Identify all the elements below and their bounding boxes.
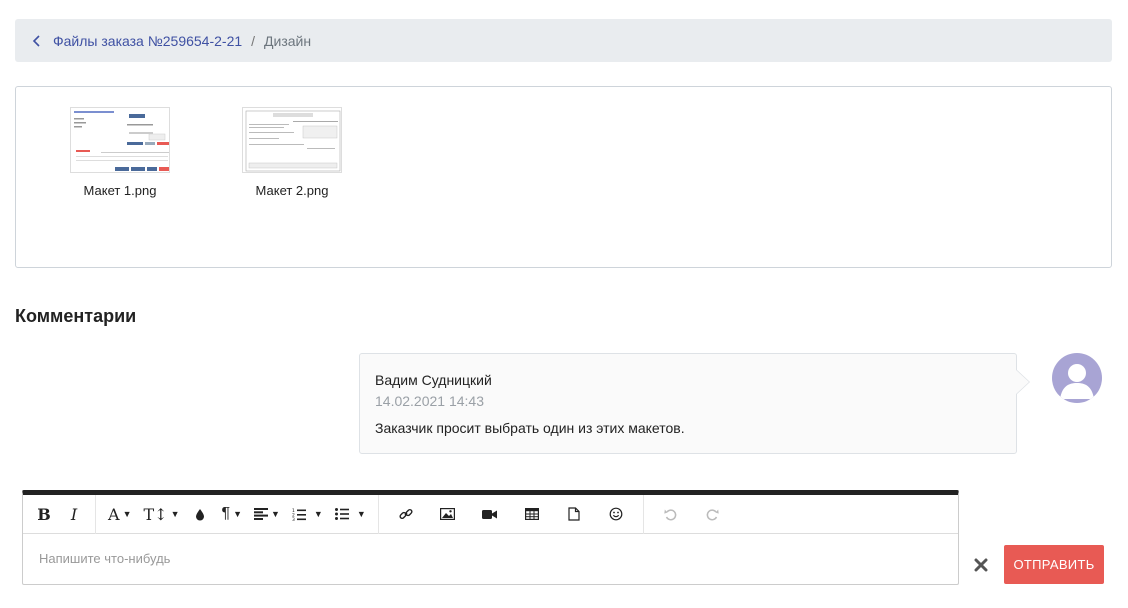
italic-button[interactable]: I: [59, 495, 89, 534]
toolbar-group-insert: [379, 494, 644, 534]
insert-image-button[interactable]: [427, 495, 469, 534]
send-button[interactable]: ОТПРАВИТЬ: [1004, 545, 1104, 584]
breadcrumb-separator: /: [251, 32, 256, 49]
text-color-button[interactable]: [185, 495, 215, 534]
breadcrumb-current: Дизайн: [264, 32, 312, 49]
editor-input-area: [23, 534, 958, 583]
font-size-button[interactable]: T↕ ▼: [137, 495, 185, 534]
comment-item: Вадим Судницкий 14.02.2021 14:43 Заказчи…: [359, 353, 1030, 454]
insert-table-button[interactable]: [511, 495, 553, 534]
chevron-left-icon[interactable]: [29, 33, 45, 49]
font-family-icon: A: [108, 504, 120, 524]
file-name: Макет 1.png: [83, 183, 157, 198]
comment-timestamp: 14.02.2021 14:43: [375, 393, 484, 409]
link-icon: [399, 508, 413, 520]
droplet-icon: [196, 508, 205, 520]
undo-button[interactable]: [650, 495, 692, 534]
font-size-icon: T↕: [143, 504, 168, 524]
avatar: [1052, 353, 1102, 403]
pilcrow-icon: ¶: [221, 505, 231, 522]
comment-input[interactable]: [39, 551, 942, 566]
smiley-icon: [609, 507, 623, 521]
unordered-list-icon: [334, 508, 349, 520]
comment-text: Заказчик просит выбрать один из этих мак…: [375, 420, 685, 436]
paragraph-format-button[interactable]: ¶ ▼: [215, 495, 248, 534]
svg-text:3: 3: [292, 517, 295, 521]
emoticons-button[interactable]: [595, 495, 637, 534]
image-thumbnail: [242, 107, 342, 173]
toolbar-group-format: A ▼ T↕ ▼ ¶ ▼ ▼ 1 2 3 ▼ ▼: [96, 494, 379, 534]
image-thumbnail: [70, 107, 170, 173]
align-button[interactable]: ▼: [248, 495, 286, 534]
toolbar-group-text: B I: [23, 494, 96, 534]
video-camera-icon: [482, 509, 498, 519]
file-icon: [568, 507, 580, 521]
file-tile-maket-1[interactable]: Макет 1.png: [60, 107, 180, 198]
table-icon: [524, 508, 539, 520]
insert-link-button[interactable]: [385, 495, 427, 534]
font-family-button[interactable]: A ▼: [102, 495, 137, 534]
comments-title: Комментарии: [15, 306, 137, 326]
image-icon: [440, 508, 456, 520]
redo-icon: [706, 508, 719, 520]
ordered-list-button[interactable]: 1 2 3 ▼: [286, 495, 329, 534]
comment-author: Вадим Судницкий: [375, 372, 492, 388]
user-silhouette-icon: [1060, 364, 1094, 399]
close-icon[interactable]: [972, 556, 990, 574]
breadcrumb-parent-link[interactable]: Файлы заказа №259654-2-21: [53, 33, 242, 49]
editor-toolbar: B I A ▼ T↕ ▼ ¶ ▼ ▼ 1 2 3 ▼ ▼: [23, 494, 958, 534]
insert-video-button[interactable]: [469, 495, 511, 534]
file-tile-maket-2[interactable]: Макет 2.png: [232, 107, 352, 198]
ordered-list-icon: 123: [292, 508, 306, 521]
redo-button[interactable]: [692, 495, 734, 534]
comment-editor: B I A ▼ T↕ ▼ ¶ ▼ ▼ 1 2 3 ▼ ▼: [22, 490, 959, 585]
undo-icon: [664, 508, 677, 520]
toolbar-group-history: [644, 495, 740, 534]
bold-button[interactable]: B: [29, 495, 59, 534]
file-name: Макет 2.png: [255, 183, 329, 198]
unordered-list-button[interactable]: ▼: [329, 495, 372, 534]
align-left-icon: [254, 508, 268, 520]
insert-file-button[interactable]: [553, 495, 595, 534]
breadcrumb: Файлы заказа №259654-2-21 / Дизайн: [15, 19, 1112, 62]
files-panel: Макет 1.png Макет 2.png: [15, 86, 1112, 268]
